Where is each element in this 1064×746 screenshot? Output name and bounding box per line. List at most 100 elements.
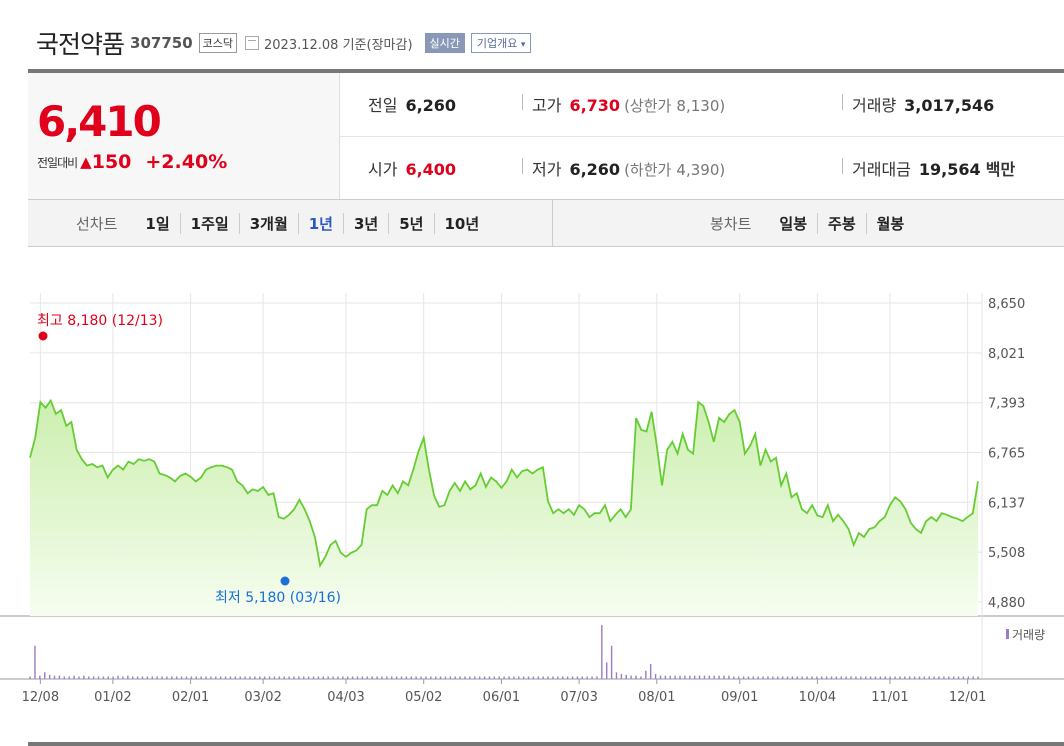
max-label: 최고 8,180 (12/13) xyxy=(37,313,163,329)
company-overview-button[interactable]: 기업개요 ▾ xyxy=(470,33,532,53)
lower-limit-value: 4,390) xyxy=(676,161,726,179)
line-chart-tabs: 선차트 1일 1주일 3개월 1년 3년 5년 10년 xyxy=(76,213,489,234)
amount-label: 거래대금 xyxy=(852,160,911,179)
y-tick-label: 4,880 xyxy=(988,596,1025,611)
candle-chart-label: 봉차트 xyxy=(710,215,752,233)
x-tick-label: 05/02 xyxy=(405,690,442,705)
change-percent: +2.40% xyxy=(145,151,228,173)
y-tick-label: 8,021 xyxy=(988,347,1025,362)
caret-down-icon: ▾ xyxy=(520,40,526,50)
volume-bar xyxy=(44,672,46,679)
x-tick-label: 02/01 xyxy=(172,690,209,705)
current-price: 6,410 xyxy=(37,97,162,146)
y-tick-label: 7,393 xyxy=(988,397,1025,412)
min-marker xyxy=(280,576,290,586)
x-tick-label: 04/03 xyxy=(327,690,364,705)
tab-line-5[interactable]: 5년 xyxy=(388,213,433,234)
tab-candle-0[interactable]: 일봉 xyxy=(769,213,817,234)
high-label: 고가 xyxy=(532,96,562,115)
stats-row-2: 시가 6,400 저가 6,260 (하한가 4,390) 거래대금 19,564 백만 xyxy=(340,136,1064,199)
price-area-fill xyxy=(30,400,978,616)
tab-line-2[interactable]: 3개월 xyxy=(238,213,298,234)
volume-label: 거래량 xyxy=(852,96,897,115)
open-value: 6,400 xyxy=(405,160,457,179)
separator xyxy=(522,158,523,174)
separator xyxy=(842,94,843,110)
prev-close: 전일 6,260 xyxy=(368,92,456,116)
change-label: 전일대비 xyxy=(37,155,78,170)
tab-candle-2[interactable]: 월봉 xyxy=(865,213,915,234)
x-tick-label: 01/02 xyxy=(94,690,131,705)
tab-line-4[interactable]: 3년 xyxy=(343,213,388,234)
volume-bar xyxy=(620,674,623,679)
x-tick-label: 12/08 xyxy=(22,690,59,705)
volume-legend: 거래량 xyxy=(1012,628,1045,642)
upper-limit-value: 8,130) xyxy=(676,97,726,115)
candle-chart-tabs: 봉차트 일봉 주봉 월봉 xyxy=(710,213,914,234)
stats-row-1: 전일 6,260 고가 6,730 (상한가 8,130) 거래량 3,017,546 xyxy=(340,73,1064,136)
x-tick-label: 08/01 xyxy=(638,690,675,705)
lower-limit-label: (하한가 xyxy=(624,161,672,179)
low-price: 저가 6,260 (하한가 4,390) xyxy=(532,156,725,180)
price-change: 전일대비 ▲ 150 +2.40% xyxy=(37,151,227,173)
open-price: 시가 6,400 xyxy=(368,156,456,180)
line-chart-label: 선차트 xyxy=(76,215,118,233)
company-overview-label: 기업개요 xyxy=(476,37,518,50)
volume-bars: 거래량 xyxy=(0,625,1064,680)
volume-bar xyxy=(610,645,613,679)
tab-line-0[interactable]: 1일 xyxy=(135,213,179,234)
low-value: 6,260 xyxy=(569,160,621,179)
amount-value: 19,564 xyxy=(918,160,981,179)
volume: 거래량 3,017,546 xyxy=(852,92,994,116)
x-tick-label: 09/01 xyxy=(721,690,758,705)
bottom-divider xyxy=(28,742,1064,746)
change-value: 150 xyxy=(91,151,132,173)
volume-bar xyxy=(606,662,608,679)
x-tick-label: 07/03 xyxy=(560,690,597,705)
tab-line-1[interactable]: 1주일 xyxy=(179,213,239,234)
tab-candle-1[interactable]: 주봉 xyxy=(817,213,866,234)
volume-bar xyxy=(601,625,603,679)
x-tick-label: 06/01 xyxy=(483,690,520,705)
max-marker xyxy=(38,331,48,341)
volume-bar xyxy=(615,672,618,679)
volume-bar xyxy=(34,645,36,679)
separator xyxy=(842,158,843,174)
y-tick-label: 6,137 xyxy=(988,496,1025,511)
high-price: 고가 6,730 (상한가 8,130) xyxy=(532,92,725,116)
volume-legend-swatch xyxy=(1006,629,1009,639)
stock-code: 307750 xyxy=(130,34,193,52)
y-tick-label: 8,650 xyxy=(988,297,1025,312)
volume-value: 3,017,546 xyxy=(904,96,995,115)
x-axis: 12/08 01/02 02/01 03/02 04/03 05/02 06/01 07/03… xyxy=(22,679,986,705)
y-tick-label: 6,765 xyxy=(988,447,1025,462)
separator xyxy=(522,94,523,110)
tab-line-6[interactable]: 10년 xyxy=(433,213,490,234)
amount-unit: 백만 xyxy=(985,160,1016,179)
base-date: 2023.12.08 기준(장마감) xyxy=(264,37,413,53)
x-tick-label: 10/04 xyxy=(799,690,836,705)
x-tick-label: 03/02 xyxy=(244,690,281,705)
price-box: 6,410 전일대비 ▲ 150 +2.40% xyxy=(28,73,340,199)
stock-header: 국전약품 307750 코스닥 2023.12.08 기준(장마감) 실시간 기… xyxy=(36,26,532,60)
min-label: 최저 5,180 (03/16) xyxy=(215,590,341,606)
upper-limit-label: (상한가 xyxy=(624,97,672,115)
y-axis: 8,650 8,021 7,393 6,765 6,137 5,508 4,880 xyxy=(988,297,1025,611)
x-tick-label: 11/01 xyxy=(871,690,908,705)
market-badge: 코스닥 xyxy=(198,33,238,53)
stats-table: 전일 6,260 고가 6,730 (상한가 8,130) 거래량 3,017,546 … xyxy=(340,73,1064,199)
tab-line-3[interactable]: 1년 xyxy=(297,213,343,234)
price-chart: 최고 8,180 (12/13)최저 5,180 (03/16) 8,6508,… xyxy=(0,293,1064,705)
up-triangle-icon: ▲ xyxy=(80,153,92,171)
volume-bar xyxy=(654,674,657,679)
calendar-icon xyxy=(245,36,260,50)
y-tick-label: 5,508 xyxy=(988,546,1025,561)
chart-tabs: 선차트 1일 1주일 3개월 1년 3년 5년 10년 봉차트 일봉 주봉 월봉 xyxy=(28,200,1064,247)
volume-bar xyxy=(645,670,647,679)
volume-bar xyxy=(48,674,51,679)
open-label: 시가 xyxy=(368,160,398,179)
realtime-button[interactable]: 실시간 xyxy=(424,33,465,53)
stock-name: 국전약품 xyxy=(36,30,125,59)
low-label: 저가 xyxy=(532,160,562,179)
prev-close-label: 전일 xyxy=(368,96,398,115)
